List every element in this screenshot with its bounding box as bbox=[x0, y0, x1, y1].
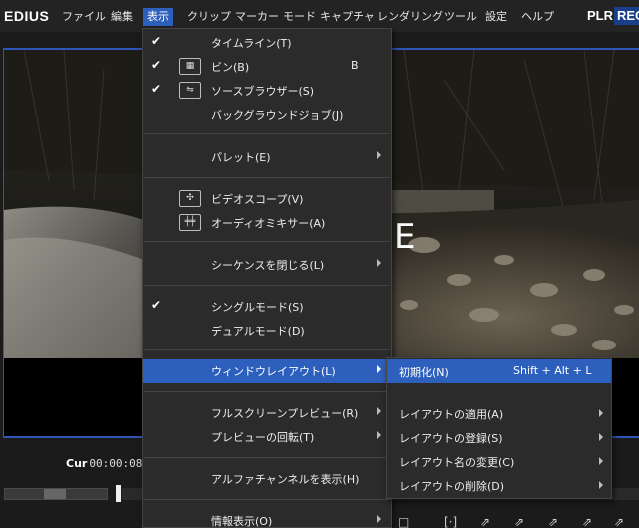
menu-separator bbox=[144, 499, 390, 500]
in-point-icon[interactable]: [·] bbox=[444, 516, 462, 528]
menu-view[interactable]: 表示 bbox=[143, 8, 173, 26]
scope-icon: ✣ bbox=[179, 190, 201, 207]
submenu-arrow-icon bbox=[599, 433, 603, 441]
timecode-prefix: Cur bbox=[66, 457, 88, 470]
menu-capture[interactable]: キャプチャ bbox=[316, 8, 379, 26]
menu-separator bbox=[144, 457, 390, 458]
submenu-arrow-icon bbox=[599, 457, 603, 465]
menu-separator bbox=[144, 133, 390, 134]
menu-item-label: デュアルモード(D) bbox=[211, 325, 305, 338]
menu-clip[interactable]: クリップ bbox=[183, 8, 235, 26]
menu-item-fullscreen-preview[interactable]: フルスクリーンプレビュー(R) bbox=[143, 401, 391, 425]
menu-settings[interactable]: 設定 bbox=[481, 8, 511, 26]
menu-marker[interactable]: マーカー bbox=[231, 8, 283, 26]
playhead-marker[interactable] bbox=[116, 485, 121, 502]
submenu-arrow-icon bbox=[377, 407, 381, 415]
menu-separator bbox=[144, 391, 390, 392]
menu-item-label: ビン(B) bbox=[211, 61, 250, 74]
submenu-item-apply-layout[interactable]: レイアウトの適用(A) bbox=[387, 401, 611, 425]
menu-render[interactable]: レンダリング bbox=[373, 8, 447, 26]
submenu-item-label: レイアウト名の変更(C) bbox=[399, 456, 515, 469]
player-mode-label[interactable]: PLR bbox=[587, 8, 613, 23]
submenu-item-rename-layout[interactable]: レイアウト名の変更(C) bbox=[387, 449, 611, 473]
export-in-icon[interactable]: ⇗ bbox=[514, 516, 532, 528]
menu-item-label: プレビューの回転(T) bbox=[211, 431, 315, 444]
checkmark-icon: ✔ bbox=[151, 82, 162, 96]
submenu-item-save-layout[interactable]: レイアウトの登録(S) bbox=[387, 425, 611, 449]
checkmark-icon: ✔ bbox=[151, 298, 162, 312]
export-icon[interactable]: ⇗ bbox=[480, 516, 498, 528]
overwrite-icon[interactable]: ⇗ bbox=[582, 516, 600, 528]
current-timecode: Cur 00:00:08 bbox=[66, 457, 142, 470]
menu-separator bbox=[144, 177, 390, 178]
submenu-item-label: レイアウトの削除(D) bbox=[399, 480, 505, 493]
menu-edit[interactable]: 編集 bbox=[107, 8, 137, 26]
menu-item-background-jobs[interactable]: バックグラウンドジョブ(J) bbox=[143, 103, 391, 127]
submenu-arrow-icon bbox=[377, 431, 381, 439]
menu-item-video-scope[interactable]: ✣ ビデオスコープ(V) bbox=[143, 187, 391, 211]
menu-item-label: パレット(E) bbox=[211, 151, 271, 164]
menu-separator bbox=[144, 241, 390, 242]
menu-separator bbox=[144, 349, 390, 350]
title-overlay-letter: E bbox=[394, 217, 415, 257]
stop-icon[interactable]: □ bbox=[398, 516, 416, 528]
app-logo: EDIUS bbox=[4, 8, 50, 24]
export-out-icon[interactable]: ⇗ bbox=[548, 516, 566, 528]
menu-item-label: バックグラウンドジョブ(J) bbox=[211, 109, 344, 122]
usb-icon: ⇋ bbox=[179, 82, 201, 99]
menu-item-audio-mixer[interactable]: ╪╪ オーディオミキサー(A) bbox=[143, 211, 391, 235]
menu-item-label: ソースブラウザー(S) bbox=[211, 85, 315, 98]
menu-item-label: フルスクリーンプレビュー(R) bbox=[211, 407, 359, 420]
menu-item-shortcut: B bbox=[351, 59, 359, 72]
timecode-value: 00:00:08 bbox=[89, 457, 143, 470]
mixer-icon: ╪╪ bbox=[179, 214, 201, 231]
submenu-arrow-icon bbox=[377, 259, 381, 267]
submenu-item-shortcut: Shift + Alt + L bbox=[513, 364, 592, 377]
checkmark-icon: ✔ bbox=[151, 34, 162, 48]
menu-mode[interactable]: モード bbox=[279, 8, 320, 26]
submenu-item-delete-layout[interactable]: レイアウトの削除(D) bbox=[387, 473, 611, 497]
insert-icon[interactable]: ⇗ bbox=[614, 516, 632, 528]
menu-item-bin[interactable]: ✔ ▦ ビン(B) B bbox=[143, 55, 391, 79]
view-menu-dropdown: ✔ タイムライン(T) ✔ ▦ ビン(B) B ✔ ⇋ ソースブラウザー(S) … bbox=[142, 28, 392, 528]
menu-item-label: 情報表示(O) bbox=[211, 515, 273, 528]
submenu-arrow-icon bbox=[599, 481, 603, 489]
submenu-arrow-icon bbox=[377, 151, 381, 159]
menu-item-label: ウィンドウレイアウト(L) bbox=[211, 365, 336, 378]
menu-separator bbox=[144, 285, 390, 286]
menu-item-close-sequence[interactable]: シーケンスを閉じる(L) bbox=[143, 253, 391, 277]
bin-grid-icon: ▦ bbox=[179, 58, 201, 75]
menu-help[interactable]: ヘルプ bbox=[517, 8, 558, 26]
menu-item-dual-mode[interactable]: デュアルモード(D) bbox=[143, 319, 391, 343]
menu-item-label: オーディオミキサー(A) bbox=[211, 217, 326, 230]
menu-item-single-mode[interactable]: ✔ シングルモード(S) bbox=[143, 295, 391, 319]
submenu-arrow-icon bbox=[377, 515, 381, 523]
recorder-mode-label[interactable]: REC bbox=[614, 7, 639, 25]
window-layout-submenu: 初期化(N) Shift + Alt + L レイアウトの適用(A) レイアウト… bbox=[386, 357, 612, 499]
submenu-item-reset[interactable]: 初期化(N) Shift + Alt + L bbox=[387, 359, 611, 383]
menu-item-timeline[interactable]: ✔ タイムライン(T) bbox=[143, 31, 391, 55]
submenu-arrow-icon bbox=[377, 365, 381, 373]
menu-item-source-browser[interactable]: ✔ ⇋ ソースブラウザー(S) bbox=[143, 79, 391, 103]
menu-file[interactable]: ファイル bbox=[58, 8, 110, 26]
submenu-arrow-icon bbox=[599, 409, 603, 417]
menu-item-label: ビデオスコープ(V) bbox=[211, 193, 304, 206]
checkmark-icon: ✔ bbox=[151, 58, 162, 72]
menu-item-info-display[interactable]: 情報表示(O) bbox=[143, 509, 391, 528]
menu-item-label: シーケンスを閉じる(L) bbox=[211, 259, 325, 272]
menu-item-preview-rotation[interactable]: プレビューの回転(T) bbox=[143, 425, 391, 449]
menu-item-label: アルファチャンネルを表示(H) bbox=[211, 473, 360, 486]
jog-slider-thumb[interactable] bbox=[44, 489, 66, 499]
menu-item-label: シングルモード(S) bbox=[211, 301, 304, 314]
menu-item-window-layout[interactable]: ウィンドウレイアウト(L) bbox=[143, 359, 391, 383]
submenu-item-label: レイアウトの適用(A) bbox=[399, 408, 504, 421]
menu-item-label: タイムライン(T) bbox=[211, 37, 292, 50]
submenu-item-label: レイアウトの登録(S) bbox=[399, 432, 503, 445]
menu-item-palette[interactable]: パレット(E) bbox=[143, 145, 391, 169]
submenu-item-label: 初期化(N) bbox=[399, 366, 449, 379]
menu-item-show-alpha[interactable]: アルファチャンネルを表示(H) bbox=[143, 467, 391, 491]
menu-tools[interactable]: ツール bbox=[440, 8, 481, 26]
